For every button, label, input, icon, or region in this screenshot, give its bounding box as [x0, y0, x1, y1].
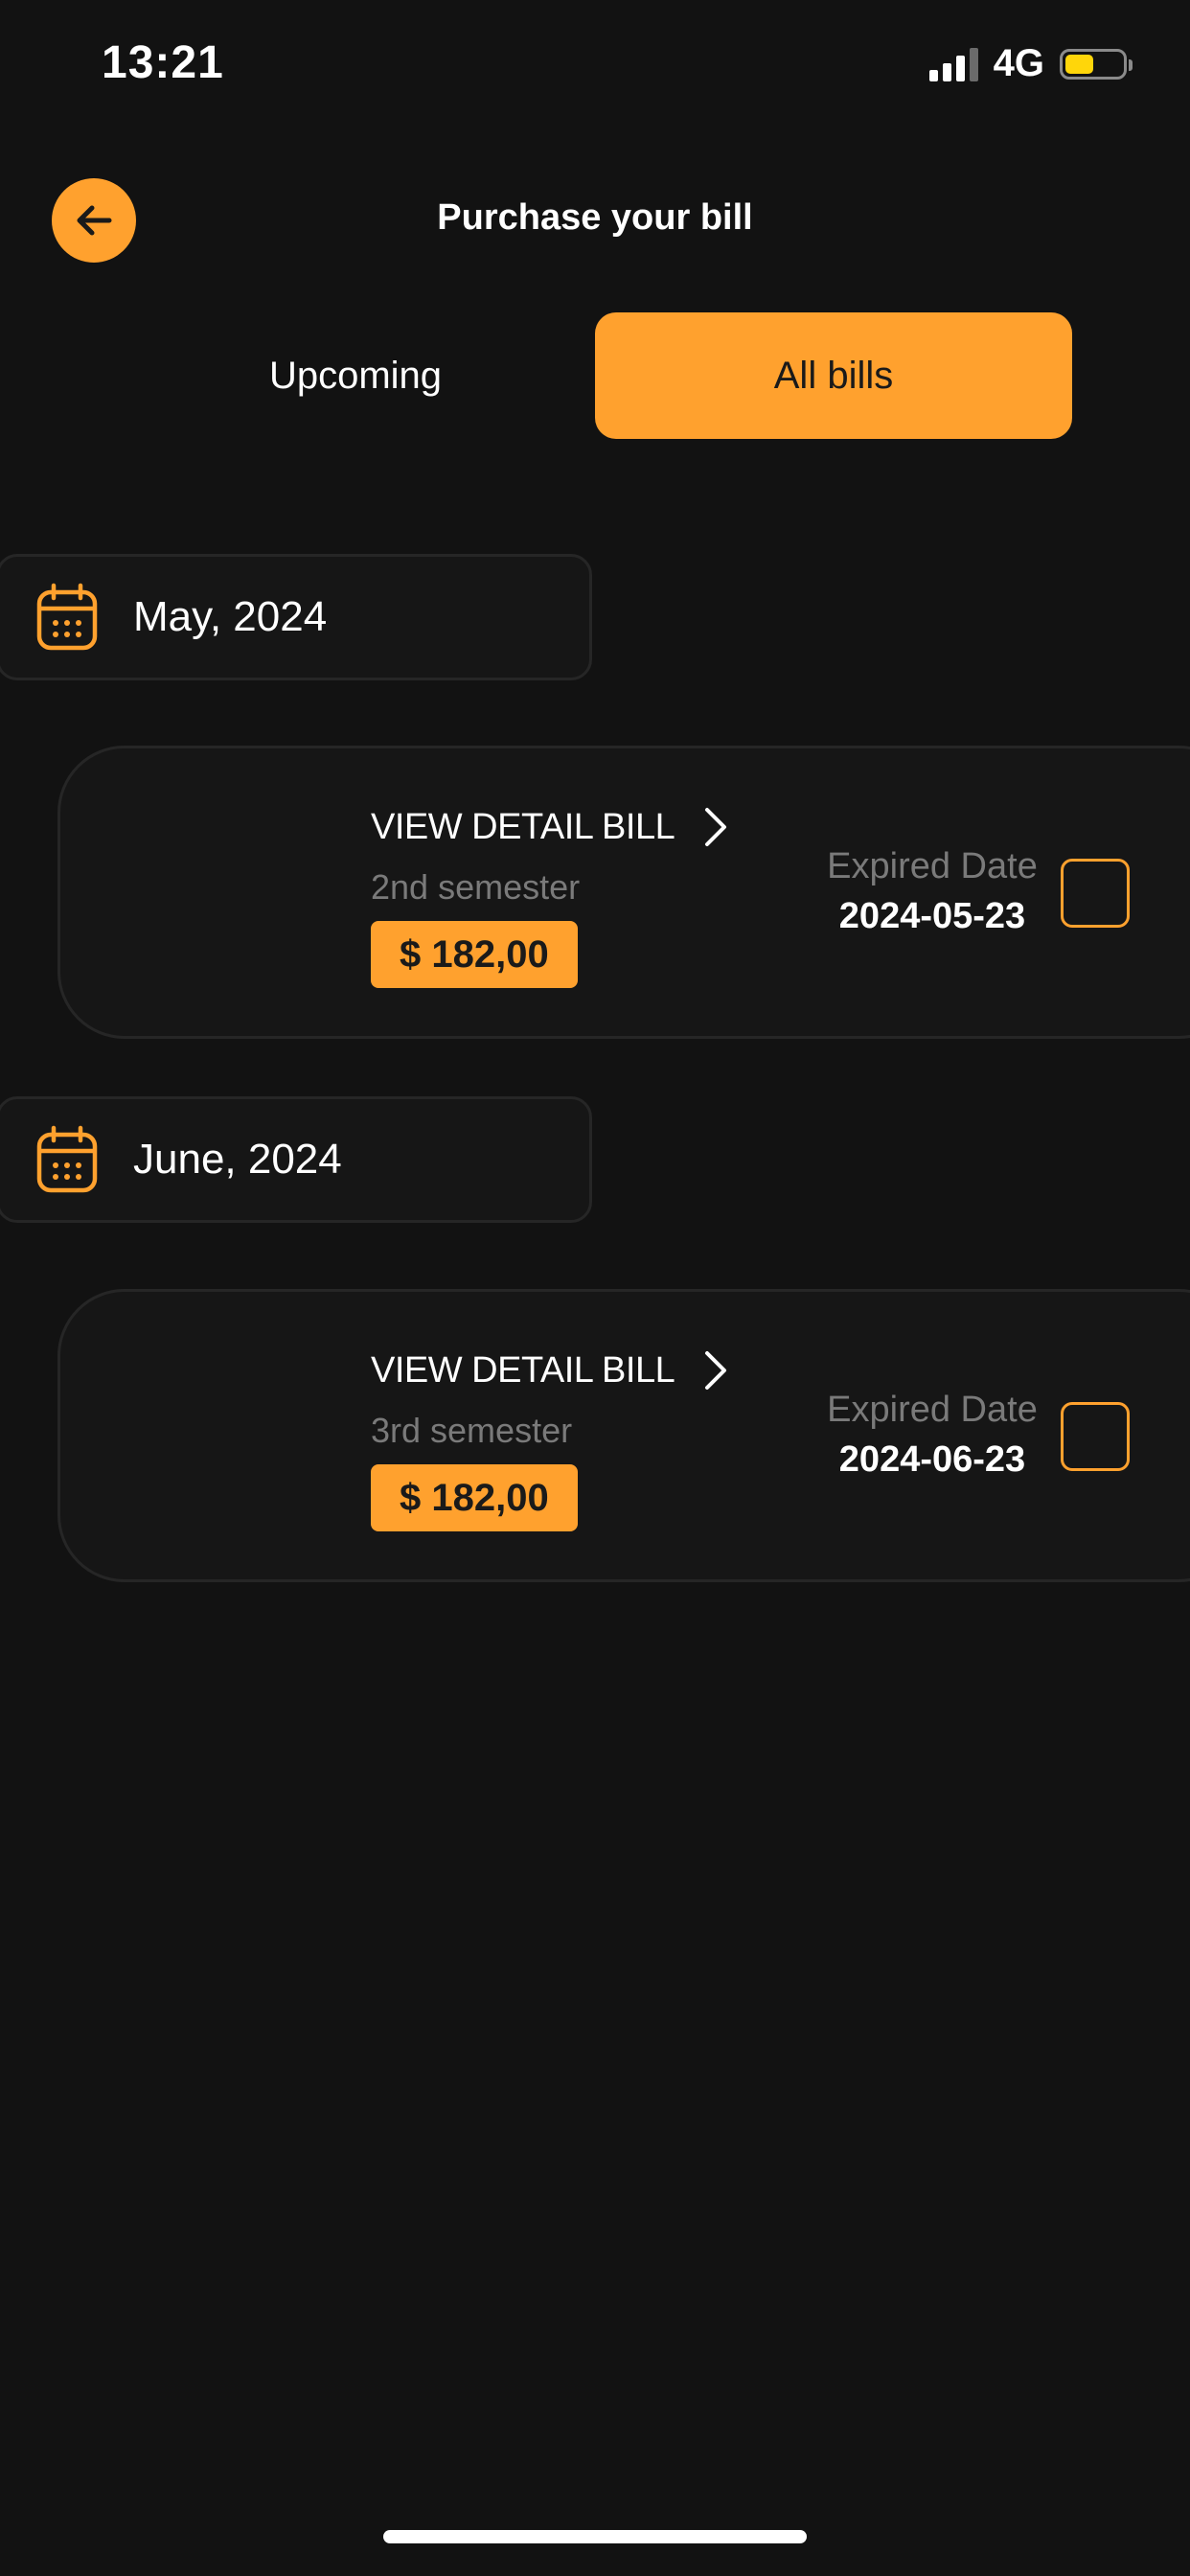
view-detail-label: VIEW DETAIL BILL — [371, 1349, 675, 1391]
status-indicators: 4G — [928, 42, 1133, 85]
month-label: May, 2024 — [133, 593, 328, 640]
view-detail-label: VIEW DETAIL BILL — [371, 806, 675, 847]
expired-date-value: 2024-05-23 — [838, 896, 1026, 936]
battery-icon — [1060, 48, 1133, 80]
semester-label: 3rd semester — [371, 1411, 573, 1450]
month-label: June, 2024 — [133, 1136, 342, 1183]
price-badge: $ 182,00 — [371, 1464, 578, 1531]
price-badge: $ 182,00 — [371, 921, 578, 988]
calendar-icon — [36, 1125, 98, 1193]
expired-date-label: Expired Date — [827, 1390, 1038, 1430]
bill-card: VIEW DETAIL BILL 3rd semester $ 182,00 E… — [57, 1289, 1190, 1582]
expired-date-value: 2024-06-23 — [838, 1439, 1026, 1480]
cellular-signal-icon — [928, 47, 978, 81]
chevron-right-icon — [705, 1351, 727, 1390]
select-bill-checkbox[interactable] — [1061, 1402, 1130, 1471]
expired-date-label: Expired Date — [827, 846, 1038, 886]
tab-upcoming[interactable]: Upcoming — [117, 312, 594, 439]
semester-label: 2nd semester — [371, 867, 581, 907]
page-title: Purchase your bill — [437, 197, 753, 238]
view-detail-bill-link[interactable]: VIEW DETAIL BILL — [371, 1349, 728, 1392]
bill-card: VIEW DETAIL BILL 2nd semester $ 182,00 E… — [57, 746, 1190, 1039]
calendar-icon — [36, 583, 98, 651]
view-detail-bill-link[interactable]: VIEW DETAIL BILL — [371, 806, 728, 848]
chevron-right-icon — [705, 808, 727, 846]
home-indicator — [383, 2530, 807, 2543]
month-header: June, 2024 — [0, 1096, 592, 1223]
tab-all-bills[interactable]: All bills — [595, 312, 1072, 439]
battery-level-fill — [1065, 54, 1093, 74]
month-header: May, 2024 — [0, 554, 592, 680]
status-time: 13:21 — [102, 37, 224, 88]
select-bill-checkbox[interactable] — [1061, 859, 1130, 928]
network-type: 4G — [993, 42, 1044, 84]
